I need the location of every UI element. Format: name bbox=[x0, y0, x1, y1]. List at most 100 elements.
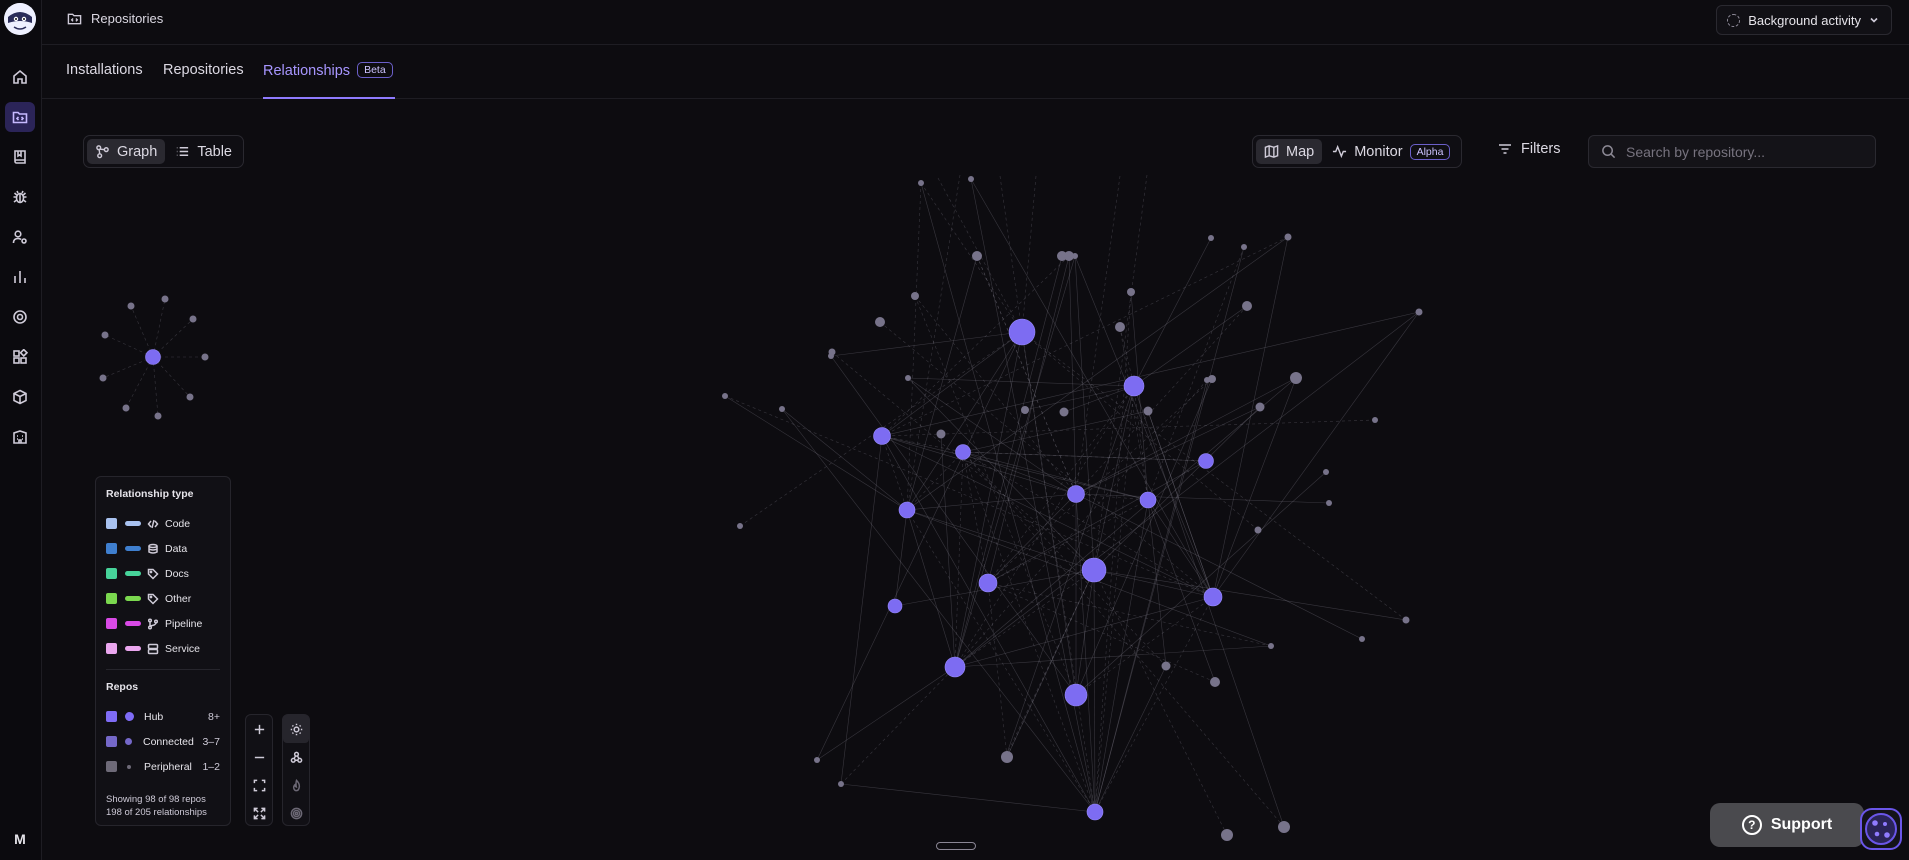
expand-button[interactable] bbox=[246, 799, 272, 827]
repo-node[interactable] bbox=[978, 573, 998, 593]
radial-layout-button[interactable] bbox=[283, 799, 309, 827]
repo-node[interactable] bbox=[1242, 301, 1252, 311]
repo-node[interactable] bbox=[122, 404, 130, 412]
user-avatar[interactable]: M bbox=[5, 824, 35, 854]
repo-node[interactable] bbox=[1123, 375, 1145, 397]
repo-node[interactable] bbox=[1210, 677, 1220, 687]
repo-node[interactable] bbox=[189, 315, 197, 323]
repo-node[interactable] bbox=[955, 444, 971, 460]
light-mode-button[interactable] bbox=[283, 715, 309, 743]
fit-view-button[interactable] bbox=[246, 771, 272, 799]
repo-node[interactable] bbox=[1067, 485, 1085, 503]
repo-node[interactable] bbox=[1072, 253, 1078, 259]
repo-node[interactable] bbox=[737, 523, 743, 529]
integrations-icon[interactable] bbox=[5, 342, 35, 372]
repo-node[interactable] bbox=[944, 656, 966, 678]
legend-peripheral[interactable]: Peripheral 1–2 bbox=[106, 754, 220, 779]
bug-icon[interactable] bbox=[5, 182, 35, 212]
legend-connected[interactable]: Connected 3–7 bbox=[106, 729, 220, 754]
repo-node[interactable] bbox=[898, 501, 916, 519]
repo-node[interactable] bbox=[1372, 417, 1378, 423]
zoom-out-button[interactable] bbox=[246, 743, 272, 771]
repo-node[interactable] bbox=[1323, 469, 1329, 475]
repo-node[interactable] bbox=[145, 349, 161, 365]
repo-node[interactable] bbox=[1402, 616, 1410, 624]
repo-node[interactable] bbox=[1059, 407, 1069, 417]
repo-node[interactable] bbox=[918, 180, 924, 186]
repo-node[interactable] bbox=[1221, 829, 1233, 841]
background-activity-button[interactable]: Background activity bbox=[1716, 5, 1892, 35]
legend-other[interactable]: Other bbox=[106, 586, 220, 611]
repo-node[interactable] bbox=[722, 393, 728, 399]
repo-node[interactable] bbox=[814, 757, 820, 763]
repo-node[interactable] bbox=[936, 429, 946, 439]
repo-node[interactable] bbox=[127, 302, 135, 310]
repo-node[interactable] bbox=[1161, 661, 1171, 671]
repo-node[interactable] bbox=[887, 598, 903, 614]
repo-node[interactable] bbox=[1284, 233, 1292, 241]
repo-node[interactable] bbox=[873, 427, 891, 445]
repo-node[interactable] bbox=[1002, 752, 1010, 760]
repo-node[interactable] bbox=[1198, 453, 1214, 469]
repo-node[interactable] bbox=[1268, 643, 1274, 649]
repositories-icon[interactable] bbox=[5, 102, 35, 132]
repo-node[interactable] bbox=[838, 781, 844, 787]
target-icon[interactable] bbox=[5, 302, 35, 332]
repo-node[interactable] bbox=[1326, 500, 1332, 506]
app-logo[interactable] bbox=[4, 3, 36, 35]
building-icon[interactable] bbox=[5, 422, 35, 452]
legend-code[interactable]: Code bbox=[106, 511, 220, 536]
tab-relationships[interactable]: Relationships Beta bbox=[263, 62, 393, 79]
repo-node[interactable] bbox=[828, 353, 834, 359]
repo-node[interactable] bbox=[968, 176, 974, 182]
repo-node[interactable] bbox=[99, 374, 107, 382]
legend-hub[interactable]: Hub 8+ bbox=[106, 704, 220, 729]
repo-node[interactable] bbox=[875, 317, 885, 327]
zoom-in-button[interactable] bbox=[246, 715, 272, 743]
repo-node[interactable] bbox=[972, 251, 982, 261]
repo-node[interactable] bbox=[779, 406, 785, 412]
repo-node[interactable] bbox=[186, 393, 194, 401]
repo-node[interactable] bbox=[1204, 377, 1210, 383]
repo-node[interactable] bbox=[1290, 372, 1302, 384]
repo-node[interactable] bbox=[161, 295, 169, 303]
legend-docs[interactable]: Docs bbox=[106, 561, 220, 586]
breadcrumb-label[interactable]: Repositories bbox=[91, 11, 163, 26]
repo-node[interactable] bbox=[1139, 491, 1157, 509]
repo-node[interactable] bbox=[1021, 406, 1029, 414]
legend-data[interactable]: Data bbox=[106, 536, 220, 561]
home-icon[interactable] bbox=[5, 62, 35, 92]
repo-node[interactable] bbox=[1278, 821, 1290, 833]
repo-node[interactable] bbox=[1086, 803, 1104, 821]
repo-node[interactable] bbox=[1415, 308, 1423, 316]
repo-node[interactable] bbox=[1127, 288, 1135, 296]
scroll-handle[interactable] bbox=[936, 842, 976, 850]
repo-node[interactable] bbox=[1064, 683, 1088, 707]
repo-node[interactable] bbox=[905, 375, 911, 381]
repo-node[interactable] bbox=[101, 331, 109, 339]
repo-node[interactable] bbox=[1241, 244, 1247, 250]
repo-node[interactable] bbox=[154, 412, 162, 420]
repo-node[interactable] bbox=[1143, 406, 1153, 416]
repo-node[interactable] bbox=[1008, 318, 1036, 346]
repo-node[interactable] bbox=[911, 292, 919, 300]
package-icon[interactable] bbox=[5, 382, 35, 412]
relationship-graph[interactable] bbox=[42, 100, 1909, 845]
legend-pipeline[interactable]: Pipeline bbox=[106, 611, 220, 636]
tab-repositories[interactable]: Repositories bbox=[163, 62, 244, 78]
repo-node[interactable] bbox=[1255, 402, 1265, 412]
tab-installations[interactable]: Installations bbox=[66, 62, 143, 78]
heatmap-button[interactable] bbox=[283, 771, 309, 799]
cookie-settings-button[interactable] bbox=[1860, 808, 1902, 850]
support-button[interactable]: ? Support bbox=[1710, 803, 1864, 847]
repo-node[interactable] bbox=[1254, 526, 1262, 534]
users-settings-icon[interactable] bbox=[5, 222, 35, 252]
repo-node[interactable] bbox=[1203, 587, 1223, 607]
repo-node[interactable] bbox=[1359, 636, 1365, 642]
repo-node[interactable] bbox=[1208, 235, 1214, 241]
repo-node[interactable] bbox=[201, 353, 209, 361]
repo-node[interactable] bbox=[1081, 557, 1107, 583]
legend-service[interactable]: Service bbox=[106, 636, 220, 661]
repo-node[interactable] bbox=[1115, 322, 1125, 332]
bar-chart-icon[interactable] bbox=[5, 262, 35, 292]
